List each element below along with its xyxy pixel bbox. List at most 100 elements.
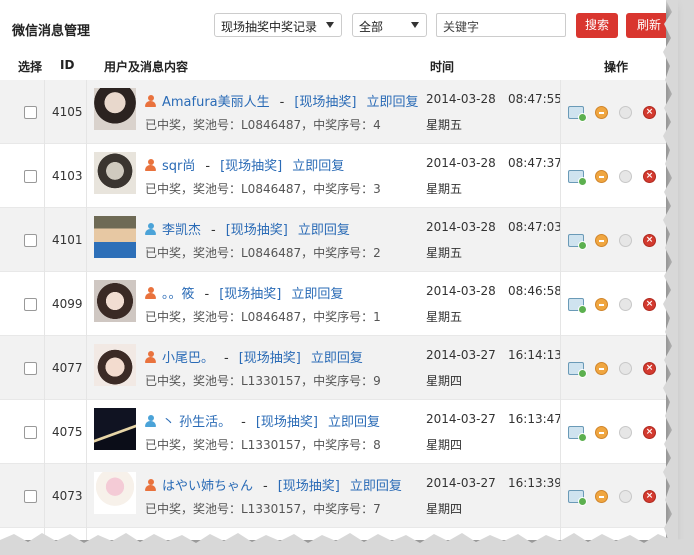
message-date: 2014-03-28: [426, 92, 496, 106]
delete-icon[interactable]: ×: [643, 170, 656, 183]
disabled-circle-icon[interactable]: [619, 106, 632, 119]
minus-icon[interactable]: [595, 106, 608, 119]
lottery-tag[interactable]: [现场抽奖]: [278, 479, 340, 494]
message-weekday: 星期五: [426, 310, 463, 324]
row-id: 4105: [52, 105, 83, 119]
row-checkbox[interactable]: [24, 426, 37, 439]
message-weekday: 星期五: [426, 246, 463, 260]
message-detail: 已中奖，奖池号：L0846487，中奖序号：4: [145, 118, 381, 132]
user-icon: [145, 159, 156, 171]
separator: -: [211, 223, 216, 238]
chat-reply-icon[interactable]: [568, 234, 587, 250]
scope-select[interactable]: 全部: [352, 13, 427, 37]
torn-edge-bottom: [0, 533, 694, 555]
row-checkbox[interactable]: [24, 170, 37, 183]
minus-icon[interactable]: [595, 298, 608, 311]
reply-link[interactable]: 立即回复: [298, 223, 350, 238]
message-time: 08:47:55: [508, 92, 562, 106]
lottery-tag[interactable]: [现场抽奖]: [226, 223, 288, 238]
column-divider: [560, 80, 561, 540]
user-name[interactable]: Amafura美丽人生: [162, 95, 270, 110]
message-date: 2014-03-27: [426, 476, 496, 490]
user-name[interactable]: はやい姉ちゃん: [162, 479, 253, 494]
message-detail: 已中奖，奖池号：L1330157，中奖序号：8: [145, 438, 381, 452]
reply-link[interactable]: 立即回复: [367, 95, 419, 110]
row-id: 4101: [52, 233, 83, 247]
row-checkbox[interactable]: [24, 106, 37, 119]
col-time: 时间: [430, 60, 455, 74]
minus-icon[interactable]: [595, 234, 608, 247]
disabled-circle-icon[interactable]: [619, 298, 632, 311]
avatar: [94, 280, 136, 322]
delete-icon[interactable]: ×: [643, 298, 656, 311]
chat-reply-icon[interactable]: [568, 298, 587, 314]
message-weekday: 星期四: [426, 502, 463, 516]
disabled-circle-icon[interactable]: [619, 170, 632, 183]
disabled-circle-icon[interactable]: [619, 362, 632, 375]
chat-reply-icon[interactable]: [568, 106, 587, 122]
user-name[interactable]: 小尾巴。: [162, 351, 214, 366]
separator: -: [279, 95, 285, 110]
message-line: はやい姉ちゃん - [现场抽奖] 立即回复: [145, 475, 402, 494]
lottery-tag[interactable]: [现场抽奖]: [256, 415, 318, 430]
message-weekday: 星期五: [426, 118, 463, 132]
delete-icon[interactable]: ×: [643, 490, 656, 503]
disabled-circle-icon[interactable]: [619, 234, 632, 247]
keyword-input[interactable]: 关键字: [436, 13, 566, 37]
chat-reply-icon[interactable]: [568, 170, 587, 186]
reply-link[interactable]: 立即回复: [350, 479, 402, 494]
message-detail: 已中奖，奖池号：L1330157，中奖序号：7: [145, 502, 381, 516]
user-name[interactable]: 李凯杰: [162, 223, 201, 238]
user-name[interactable]: 丶 孙生活。: [162, 415, 231, 430]
lottery-tag[interactable]: [现场抽奖]: [220, 159, 282, 174]
message-line: 丶 孙生活。 - [现场抽奖] 立即回复: [145, 411, 380, 430]
lottery-tag[interactable]: [现场抽奖]: [239, 351, 301, 366]
reply-link[interactable]: 立即回复: [292, 159, 344, 174]
user-name[interactable]: 。。筱: [162, 287, 195, 302]
reply-link[interactable]: 立即回复: [291, 287, 343, 302]
lottery-tag[interactable]: [现场抽奖]: [294, 95, 356, 110]
row-checkbox[interactable]: [24, 490, 37, 503]
row-checkbox[interactable]: [24, 298, 37, 311]
user-name[interactable]: sqr尚: [162, 159, 195, 174]
chat-reply-icon[interactable]: [568, 362, 587, 378]
message-date: 2014-03-27: [426, 412, 496, 426]
row-id: 4103: [52, 169, 83, 183]
record-type-select[interactable]: 现场抽奖中奖记录: [214, 13, 342, 37]
chat-reply-icon[interactable]: [568, 426, 587, 442]
row-checkbox[interactable]: [24, 234, 37, 247]
toolbar: 微信消息管理 现场抽奖中奖记录 全部 关键字 搜索 刷新: [0, 0, 666, 50]
chat-reply-icon[interactable]: [568, 490, 587, 506]
row-checkbox[interactable]: [24, 362, 37, 375]
reply-link[interactable]: 立即回复: [311, 351, 363, 366]
reply-link[interactable]: 立即回复: [328, 415, 380, 430]
disabled-circle-icon[interactable]: [619, 490, 632, 503]
delete-icon[interactable]: ×: [643, 362, 656, 375]
row-id: 4075: [52, 425, 83, 439]
table-row: 4105 Amafura美丽人生 - [现场抽奖] 立即回复已中奖，奖池号：L08464…: [0, 80, 666, 144]
avatar: [94, 408, 136, 450]
row-id: 4077: [52, 361, 83, 375]
message-date: 2014-03-27: [426, 348, 496, 362]
message-time: 08:46:58: [508, 284, 562, 298]
minus-icon[interactable]: [595, 490, 608, 503]
message-line: sqr尚 - [现场抽奖] 立即回复: [145, 155, 344, 174]
delete-icon[interactable]: ×: [643, 106, 656, 119]
delete-icon[interactable]: ×: [643, 426, 656, 439]
minus-icon[interactable]: [595, 426, 608, 439]
lottery-tag[interactable]: [现场抽奖]: [219, 287, 281, 302]
disabled-circle-icon[interactable]: [619, 426, 632, 439]
row-id: 4073: [52, 489, 83, 503]
page-title: 微信消息管理: [12, 24, 91, 39]
avatar: [94, 88, 136, 130]
search-button[interactable]: 搜索: [576, 13, 618, 38]
keyword-placeholder: 关键字: [443, 20, 480, 34]
message-weekday: 星期四: [426, 374, 463, 388]
minus-icon[interactable]: [595, 170, 608, 183]
delete-icon[interactable]: ×: [643, 234, 656, 247]
user-icon: [145, 351, 156, 363]
message-detail: 已中奖，奖池号：L0846487，中奖序号：2: [145, 246, 381, 260]
message-date: 2014-03-28: [426, 156, 496, 170]
minus-icon[interactable]: [595, 362, 608, 375]
user-icon: [145, 415, 156, 427]
